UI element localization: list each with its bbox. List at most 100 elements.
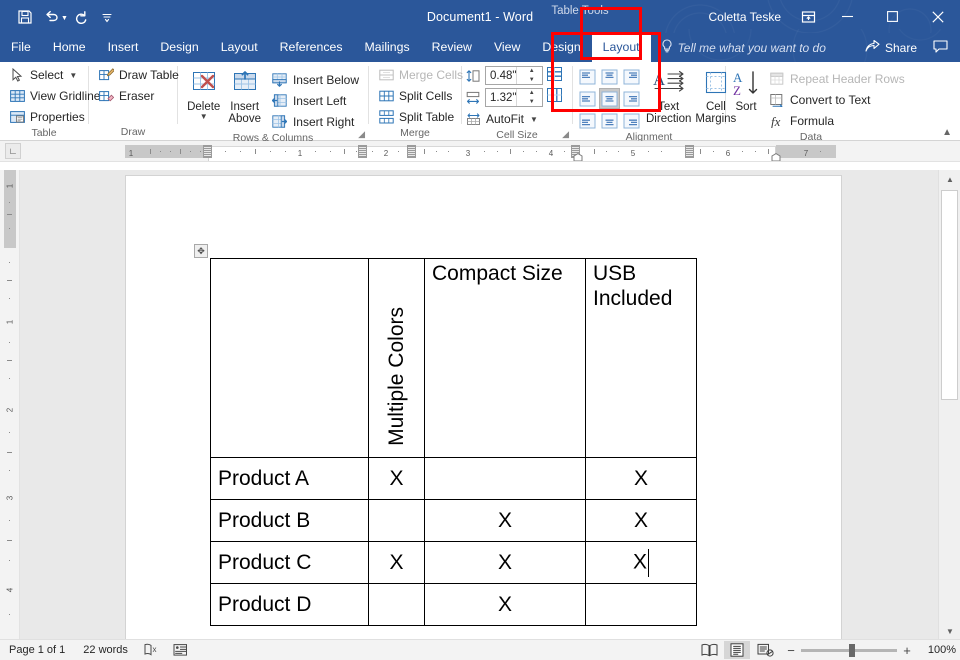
read-mode-view-button[interactable] [696,641,722,659]
split-table-button[interactable]: Split Table [374,107,467,127]
cell-usb-included[interactable]: X [585,541,697,584]
repeat-header-rows-button[interactable]: Repeat Header Rows [765,69,909,89]
insert-left-button[interactable]: Insert Left [268,91,363,111]
scroll-down-arrow-icon[interactable]: ▼ [939,622,960,640]
table-row[interactable]: Product D X [210,583,697,626]
maximize-button[interactable] [870,0,915,33]
tab-design[interactable]: Design [149,33,209,62]
row-height-stepper[interactable]: ▲ ▼ [516,67,542,84]
cell-usb-included[interactable]: X [585,499,697,542]
row-label-cell[interactable]: Product D [210,583,369,626]
horizontal-ruler[interactable]: ∟ 1 1 2 3 4 5 6 7 [0,141,960,162]
header-cell-blank[interactable] [210,258,369,458]
ribbon-display-options-icon[interactable] [791,0,825,33]
tab-review[interactable]: Review [421,33,483,62]
column-width-stepper[interactable]: ▲ ▼ [516,89,542,106]
column-marker[interactable] [203,145,212,158]
chevron-down-icon[interactable]: ▼ [530,115,538,124]
insert-right-button[interactable]: Insert Right [268,112,363,132]
web-layout-view-button[interactable] [752,641,778,659]
cell-usb-included[interactable] [585,583,697,626]
align-bottom-left-button[interactable] [577,110,598,131]
vertical-scrollbar[interactable]: ▲ ▼ [938,170,960,640]
rows-columns-dialog-launcher[interactable]: ◢ [358,129,365,140]
cell-compact-size[interactable] [424,457,586,500]
save-icon[interactable] [12,5,38,29]
align-center-button[interactable] [599,88,620,109]
tab-home[interactable]: Home [42,33,97,62]
table-row[interactable]: Product B X X [210,499,697,542]
undo-dropdown-icon[interactable]: ▼ [61,15,68,22]
row-height-input[interactable]: 0.48" ▲ ▼ [485,66,543,85]
hanging-indent-marker[interactable] [771,151,781,161]
cell-compact-size[interactable]: X [424,583,586,626]
proofing-errors-icon[interactable]: x [137,643,166,657]
header-cell-usb-included[interactable]: USB Included [585,258,697,458]
table-row[interactable]: Product A X X [210,457,697,500]
redo-icon[interactable] [68,5,94,29]
zoom-slider[interactable]: − + [780,643,918,658]
distribute-rows-icon[interactable] [546,66,563,85]
column-marker[interactable] [407,145,416,158]
column-width-input[interactable]: 1.32" ▲ ▼ [485,88,543,107]
cell-multiple-colors[interactable] [368,583,425,626]
formula-button[interactable]: fx Formula [765,111,909,131]
vertical-ruler[interactable]: 1 1 2 3 4 [0,170,20,640]
table-row[interactable]: Product C X X X [210,541,697,584]
table-header-row[interactable]: Multiple Colors Compact Size USB Include… [210,258,697,458]
tab-layout[interactable]: Layout [210,33,269,62]
row-label-cell[interactable]: Product B [210,499,369,542]
comments-icon[interactable] [927,38,954,58]
share-button[interactable]: Share [859,38,923,58]
convert-to-text-button[interactable]: Convert to Text [765,90,909,110]
delete-button[interactable]: Delete ▼ [183,65,224,121]
row-label-cell[interactable]: Product A [210,457,369,500]
tab-view[interactable]: View [483,33,531,62]
tab-file[interactable]: File [0,33,42,62]
account-name[interactable]: Coletta Teske [709,10,782,24]
zoom-in-button[interactable]: + [902,643,912,658]
scrollbar-thumb[interactable] [941,190,958,400]
tell-me-search[interactable]: Tell me what you want to do [651,33,836,62]
sort-button[interactable]: AZ Sort [731,65,761,113]
header-cell-compact-size[interactable]: Compact Size [424,258,586,458]
align-bottom-center-button[interactable] [599,110,620,131]
customize-quick-access-icon[interactable] [94,5,120,29]
tab-mailings[interactable]: Mailings [354,33,421,62]
tab-table-design[interactable]: Design [531,33,591,62]
distribute-columns-icon[interactable] [546,87,563,106]
page-indicator[interactable]: Page 1 of 1 [0,644,74,656]
draw-table-button[interactable]: Draw Table [94,65,183,85]
eraser-button[interactable]: Eraser [94,86,183,106]
insert-below-button[interactable]: Insert Below [268,70,363,90]
column-marker[interactable] [358,145,367,158]
cell-multiple-colors[interactable]: X [368,541,425,584]
minimize-button[interactable] [825,0,870,33]
accessibility-checker-icon[interactable] [166,643,195,657]
cell-size-dialog-launcher[interactable]: ◢ [562,129,569,140]
collapse-ribbon-icon[interactable]: ▲ [942,127,952,138]
left-indent-marker[interactable] [573,151,583,161]
document-page[interactable]: ✥ Multiple Colors Compact Size USB Inclu… [125,175,842,640]
cell-multiple-colors[interactable] [368,499,425,542]
row-label-cell[interactable]: Product C [210,541,369,584]
word-count[interactable]: 22 words [74,644,137,656]
scroll-up-arrow-icon[interactable]: ▲ [939,170,960,188]
split-cells-button[interactable]: Split Cells [374,86,467,106]
align-center-left-button[interactable] [577,88,598,109]
chevron-down-icon[interactable]: ▼ [200,113,208,121]
autofit-button[interactable]: AutoFit ▼ [465,109,543,129]
zoom-out-button[interactable]: − [786,643,796,658]
print-layout-view-button[interactable] [724,641,750,659]
column-marker[interactable] [685,145,694,158]
tab-table-layout[interactable]: Layout [591,33,651,62]
text-direction-button[interactable]: A Text Direction [646,65,691,125]
zoom-level[interactable]: 100% [920,644,956,656]
align-top-left-button[interactable] [577,66,598,87]
align-top-right-button[interactable] [621,66,642,87]
tab-stop-selector[interactable]: ∟ [5,143,21,159]
align-center-right-button[interactable] [621,88,642,109]
tab-references[interactable]: References [269,33,354,62]
cell-usb-included[interactable]: X [585,457,697,500]
word-table[interactable]: ✥ Multiple Colors Compact Size USB Inclu… [194,244,697,626]
